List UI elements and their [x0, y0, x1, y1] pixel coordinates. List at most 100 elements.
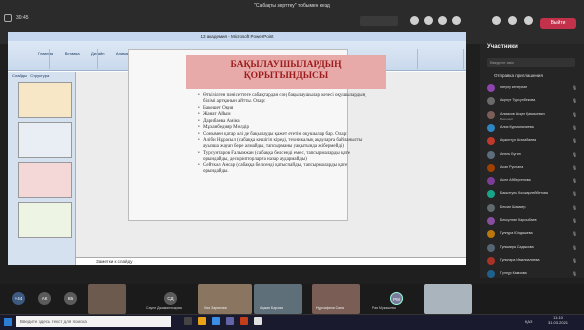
participant-avatar — [487, 177, 495, 186]
participant-name: Акрнүт Турсунбекова — [500, 98, 536, 103]
powerpoint-icon[interactable] — [240, 317, 248, 325]
participants-header: Участники — [487, 44, 518, 50]
taskbar-clock[interactable]: 11:10 31.03.2021 — [548, 315, 568, 325]
mic-muted-icon: 🎙 — [572, 257, 578, 263]
participant-name: Анель Бүгин — [500, 151, 521, 156]
ppt-statusbar — [8, 265, 466, 278]
participant-avatar: РМ — [390, 292, 403, 305]
panel-tab-outline[interactable]: Структура — [30, 73, 49, 78]
ribbon-group-slides — [50, 49, 98, 69]
participant-row[interactable]: Гулнура Юлдашева 🎙 — [487, 230, 579, 240]
slide-thumbnail[interactable] — [18, 82, 72, 118]
participant-row[interactable]: Бекзат Шамкер 🎙 — [487, 203, 579, 214]
participant-name: Асан Руслана — [500, 164, 524, 169]
participant-name: Алмасов Асқат Қамсыевич — [500, 111, 545, 116]
bullet-item: Аліби Нұрасыл (сабаққа кешігіп кіреді, т… — [198, 138, 374, 150]
participant-avatar — [487, 256, 495, 265]
participant-row[interactable]: нигуну кенерхан 🎙 — [487, 84, 579, 94]
share-screen-icon[interactable] — [524, 16, 533, 25]
mic-muted-icon: 🎙 — [572, 218, 578, 223]
raise-hand-icon[interactable] — [438, 16, 447, 25]
tile-name: Сауле Джаманлықова — [146, 306, 182, 310]
participant-row[interactable]: Бексултан Карсыбаев 🎙 — [487, 217, 579, 227]
participant-row[interactable]: Гульнара Ималиалиева 🎙 — [487, 256, 579, 267]
language-indicator[interactable]: ҚАЗ — [525, 319, 532, 324]
mic-icon[interactable] — [508, 16, 517, 25]
tile-name: Рая Мукашева — [372, 306, 396, 310]
participant-avatar — [487, 243, 495, 252]
mic-muted-icon: 🎙 — [572, 191, 578, 197]
shield-icon — [4, 14, 12, 22]
participant-avatar — [487, 110, 495, 119]
bullet-item: Өткізілген пәнісеттеге сабақтардан соң б… — [198, 93, 374, 105]
more-participants-badge[interactable]: +44 — [12, 292, 25, 305]
mic-muted-icon: 🎙 — [572, 98, 578, 104]
mic-muted-icon: 🎙 — [572, 111, 578, 117]
more-icon[interactable] — [452, 16, 461, 25]
task-view-icon[interactable] — [184, 317, 192, 325]
slide-notes[interactable]: Заметки к слайду — [76, 257, 466, 265]
participant-avatar — [487, 150, 495, 159]
window-title: "Сабақты зерттеу" тобымен кезд — [254, 3, 330, 9]
participant-row[interactable]: Акрнүт Турсунбекова 🎙 — [487, 97, 579, 107]
share-indicator[interactable] — [360, 16, 398, 26]
slide-thumbnail[interactable] — [18, 162, 72, 198]
bullet-item: Бакешет Оқия — [198, 106, 374, 112]
participant-search-input[interactable]: Введите имя — [487, 58, 575, 67]
participant-avatar — [487, 270, 495, 279]
slide-bullets: Өткізілген пәнісеттеге сабақтардан соң б… — [198, 93, 374, 176]
mic-muted-icon: 🎙 — [572, 204, 578, 210]
participant-role: Внешний — [500, 116, 513, 121]
participant-avatar: СД — [164, 292, 177, 305]
mic-muted-icon: 🎙 — [572, 178, 578, 184]
participant-avatar: КБ — [64, 292, 77, 305]
participant-avatar — [487, 163, 495, 172]
participant-row[interactable]: Алия Курманалиева 🎙 — [487, 123, 579, 134]
video-tile[interactable] — [424, 284, 472, 314]
teams-icon[interactable] — [226, 317, 234, 325]
participant-row[interactable]: Бакытгуль Косжарлейбетова 🎙 — [487, 190, 579, 200]
participant-name: Гүлнұр Камзова — [500, 271, 527, 276]
mic-muted-icon: 🎙 — [572, 164, 578, 170]
slide-thumbnail[interactable] — [18, 122, 72, 158]
bullet-item: Сонымен қатар әлі де бақылауды қажет ете… — [198, 132, 374, 138]
participant-row[interactable]: Гульмира Садыкова 🎙 — [487, 243, 579, 254]
participant-row[interactable]: Алмасов Асқат Қамсыевич Внешний 🎙 — [487, 110, 579, 121]
leave-button[interactable]: Выйти — [540, 18, 576, 29]
participant-name: Бакытгуль Косжарлейбетова — [500, 191, 548, 196]
participant-row[interactable]: Анель Бүгин 🎙 — [487, 150, 579, 161]
browser-icon[interactable] — [212, 317, 220, 325]
bullet-item: Мұханбедияр Мөлдір — [198, 125, 374, 131]
chrome-icon[interactable] — [254, 317, 262, 325]
tile-name: Нұрсафина Сапа — [316, 306, 344, 310]
tile-name: Лия Зарипова — [204, 306, 227, 310]
send-invite-button[interactable]: Отправка приглашения — [494, 73, 543, 78]
slide-title: БАҚЫЛАУШЫЛАРДЫҢ ҚОРЫТЫНДЫСЫ — [186, 55, 386, 89]
bullet-item: Жанат Айым — [198, 112, 374, 118]
participant-avatar — [487, 203, 495, 212]
slide-title-line: БАҚЫЛАУШЫЛАРДЫҢ — [230, 60, 342, 70]
participant-row[interactable]: Асан Руслана 🎙 — [487, 163, 579, 174]
bullet-item: Дарибаева Аміна — [198, 119, 374, 125]
participant-row[interactable]: Ақжолтұл Агахабаева 🎙 — [487, 137, 579, 147]
taskbar-search-input[interactable]: Введите здесь текст для поиска — [16, 316, 171, 327]
participant-name: Алия Курманалиева — [500, 124, 534, 129]
participant-row[interactable]: Асел Айбергенова 🎙 — [487, 177, 579, 187]
mic-muted-icon: 🎙 — [572, 124, 578, 130]
file-explorer-icon[interactable] — [198, 317, 206, 325]
panel-tab-slides[interactable]: Слайды — [12, 73, 27, 78]
participant-avatar — [487, 123, 495, 132]
start-icon[interactable] — [4, 318, 12, 326]
participant-row[interactable]: Гүлнұр Камзова 🎙 — [487, 270, 579, 280]
video-tile[interactable] — [88, 284, 126, 314]
camera-icon[interactable] — [492, 16, 501, 25]
participants-icon[interactable] — [410, 16, 419, 25]
ribbon-group-editing — [418, 49, 464, 69]
participant-avatar — [487, 137, 495, 146]
participant-name: Бексултан Карсыбаев — [500, 218, 537, 222]
participant-avatar: АК — [38, 292, 51, 305]
chat-icon[interactable] — [424, 16, 433, 25]
participant-name: Гулнура Юлдашева — [500, 231, 533, 236]
slide-thumbnail[interactable] — [18, 202, 72, 238]
mic-muted-icon: 🎙 — [572, 244, 578, 250]
